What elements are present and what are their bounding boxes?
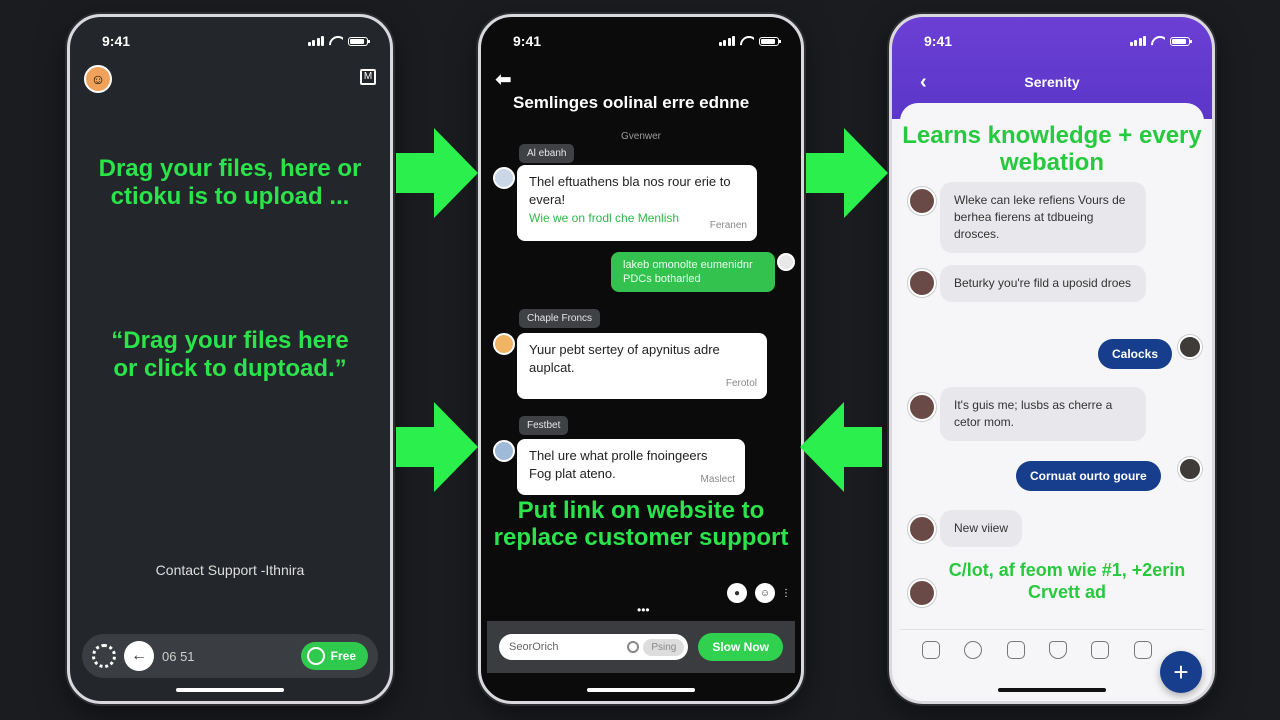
incoming-message: New viiew (940, 510, 1023, 547)
sender-tag: Chaple Froncs (519, 309, 601, 328)
more-icon[interactable]: ⋮ (781, 583, 791, 603)
mini-actions: ● ☺ ⋮ (727, 583, 791, 603)
battery-icon (759, 36, 781, 46)
status-bar: 9:41 (892, 17, 1212, 65)
search-icon[interactable] (627, 641, 640, 653)
typing-dots-icon: ••• (637, 603, 650, 617)
composer-bar: SeorOrich Psing Slow Now (487, 621, 795, 673)
promo-caption-2: C/lot, af feom wie #1, +2erin Crvett ad (948, 560, 1186, 602)
status-icons (718, 36, 781, 46)
message-meta: Maslect (700, 474, 735, 485)
home-indicator (998, 688, 1106, 692)
avatar[interactable]: ☺ (755, 583, 775, 603)
wifi-icon (740, 36, 754, 46)
avatar (777, 253, 795, 271)
add-button[interactable]: + (1160, 651, 1202, 693)
message-text: Thel eftuathens bla nos rour erie to eve… (529, 174, 731, 207)
signal-icon (1129, 36, 1146, 46)
status-time: 9:41 (102, 33, 131, 49)
upload-headline: Drag your files, here or ctioku is to up… (98, 155, 362, 210)
status-icons (307, 36, 370, 46)
chat-bubble: Yuur pebt sertey of apynitus adre auplca… (517, 333, 767, 399)
bottom-time: 06 51 (162, 648, 195, 664)
attachment-icon[interactable] (1091, 640, 1110, 659)
avatar (1178, 335, 1202, 359)
status-time: 9:41 (513, 33, 542, 49)
avatar (493, 333, 515, 355)
upload-hint: “Drag your files here or click to duptoa… (111, 327, 349, 382)
contact-support-link[interactable]: Contact Support -Ithnira (70, 562, 390, 578)
promo-caption: Put link on website to replace customer … (493, 497, 789, 551)
incoming-message: Beturky you're fild a uposid droes (940, 265, 1146, 302)
shield-icon[interactable] (1049, 640, 1068, 659)
promo-caption: Learns knowledge + every webation (902, 122, 1202, 176)
app-title: Serenity (1024, 74, 1080, 90)
chat-icon (306, 647, 325, 665)
search-pill[interactable]: Psing (643, 638, 685, 656)
wifi-icon (1151, 36, 1165, 46)
bookmark-icon[interactable]: M (360, 69, 376, 85)
incoming-message: Wleke can leke refiens Vours de berhea f… (940, 182, 1146, 253)
search-input[interactable]: SeorOrich Psing (499, 634, 689, 660)
battery-icon (1170, 36, 1192, 46)
message-text: Yuur pebt sertey of apynitus adre auplca… (529, 342, 720, 375)
avatar[interactable]: ☺ (84, 65, 112, 93)
arrow-right-icon (806, 128, 888, 218)
avatar (908, 515, 936, 543)
arrow-right-icon (396, 128, 478, 218)
avatar (908, 187, 936, 215)
show-now-button[interactable]: Slow Now (698, 633, 783, 661)
phone-screen-upload: 9:41 ☺ M Drag your files, here or ctioku… (67, 14, 393, 704)
message-meta: Ferotol (725, 378, 757, 389)
arrow-left-icon (800, 402, 882, 492)
phone-screen-chat: 9:41 ⬅ Semlinges oolinal erre ednne Gven… (478, 14, 804, 704)
bottom-toolbar (900, 629, 1204, 669)
gift-icon[interactable] (922, 640, 941, 659)
status-icons (1129, 36, 1192, 46)
status-bar: 9:41 (481, 17, 801, 65)
avatar (493, 167, 515, 189)
box-icon[interactable] (1006, 640, 1025, 659)
subtitle: Gvenwer (620, 131, 661, 142)
message-icon[interactable] (1133, 640, 1152, 659)
battery-icon (348, 36, 370, 46)
back-arrow-icon[interactable]: ⬅ (495, 67, 512, 92)
record-icon[interactable]: ● (727, 583, 747, 603)
bottom-bar: ← 06 51 Free (82, 634, 378, 678)
search-placeholder: SeorOrich (509, 641, 559, 653)
home-indicator (587, 688, 695, 692)
free-button[interactable]: Free (300, 642, 368, 670)
message-meta: Feranen (709, 220, 747, 231)
page-title: Semlinges oolinal erre ednne (513, 93, 750, 112)
wifi-icon (329, 36, 343, 46)
arrow-right-icon (396, 402, 478, 492)
phone-screen-serenity: 9:41 ‹ Serenity Learns knowledge + every… (889, 14, 1215, 704)
status-bar: 9:41 (70, 17, 390, 65)
sender-tag: Al ebanh (519, 144, 575, 163)
sender-tag: Festbet (519, 416, 569, 435)
signal-icon (718, 36, 735, 46)
loader-icon (92, 644, 116, 668)
avatar (1178, 457, 1202, 481)
avatar (493, 440, 515, 462)
chat-bubble: Thel eftuathens bla nos rour erie to eve… (517, 165, 757, 241)
chat-icon[interactable] (964, 640, 983, 659)
outgoing-message: Calocks (1098, 339, 1173, 369)
chat-bubble: Thel ure what prolle fnoingeers Fog plat… (517, 439, 745, 495)
avatar (908, 393, 936, 421)
back-button[interactable]: ← (124, 641, 154, 671)
home-indicator (176, 688, 284, 692)
signal-icon (307, 36, 324, 46)
outgoing-bubble: lakeb omonolte eumenidnr PDCs botharled (611, 252, 775, 292)
free-label: Free (330, 649, 356, 663)
avatar (908, 269, 936, 297)
status-time: 9:41 (924, 33, 953, 49)
incoming-message: It's guis me; lusbs as cherre a cetor mo… (940, 387, 1146, 441)
outgoing-message: Cornuat ourto goure (1016, 461, 1161, 491)
